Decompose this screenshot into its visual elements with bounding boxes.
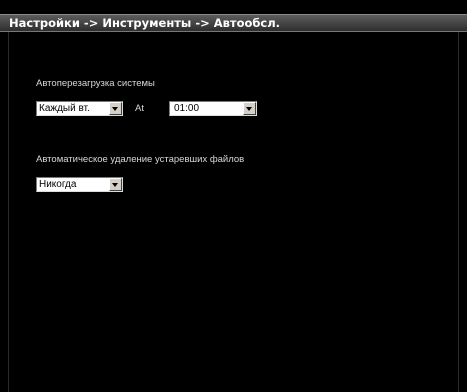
reboot-day-select[interactable]: Каждый вт.	[36, 101, 123, 116]
title-bar: Настройки -> Инструменты -> Автообсл.	[0, 14, 467, 32]
chevron-down-icon[interactable]	[243, 102, 256, 115]
reboot-day-value: Каждый вт.	[39, 103, 90, 114]
chevron-down-icon[interactable]	[109, 102, 122, 115]
auto-delete-value: Никогда	[39, 179, 77, 190]
at-label: At	[135, 103, 144, 114]
auto-reboot-label: Автоперезагрузка системы	[36, 78, 155, 89]
auto-delete-select[interactable]: Никогда	[36, 177, 123, 192]
reboot-time-select[interactable]: 01:00	[169, 101, 257, 116]
page-title: Настройки -> Инструменты -> Автообсл.	[9, 16, 281, 30]
chevron-down-icon[interactable]	[109, 178, 122, 191]
settings-window: Настройки -> Инструменты -> Автообсл. Ав…	[0, 0, 467, 392]
settings-panel: Автоперезагрузка системы Каждый вт. At 0…	[8, 32, 459, 392]
reboot-time-value: 01:00	[174, 103, 200, 114]
auto-delete-label: Автоматическое удаление устаревших файло…	[36, 154, 245, 165]
